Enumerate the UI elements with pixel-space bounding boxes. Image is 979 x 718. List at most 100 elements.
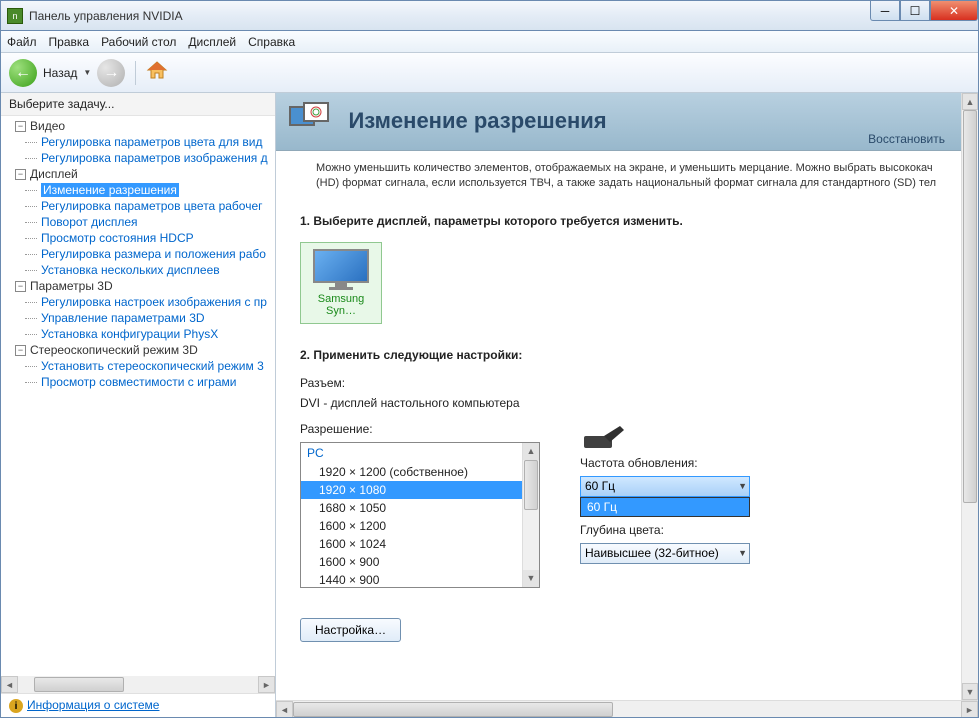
scroll-thumb[interactable] <box>293 702 613 717</box>
tree-item[interactable]: Просмотр совместимости с играми <box>1 374 275 390</box>
tree-item-link[interactable]: Просмотр состояния HDCP <box>41 231 194 245</box>
minimize-button[interactable]: ─ <box>870 1 900 21</box>
depth-label: Глубина цвета: <box>580 523 750 537</box>
window-title: Панель управления NVIDIA <box>29 9 183 23</box>
close-button[interactable]: ✕ <box>930 1 978 21</box>
tree-item-link[interactable]: Установка нескольких дисплеев <box>41 263 220 277</box>
monitors-icon <box>288 101 332 140</box>
tree-item[interactable]: Изменение разрешения <box>1 182 275 198</box>
maximize-button[interactable]: ☐ <box>900 1 930 21</box>
tree-item-link[interactable]: Установить стереоскопический режим 3 <box>41 359 264 373</box>
info-icon: i <box>9 699 23 713</box>
sidebar-hscroll[interactable]: ◄ ► <box>1 676 275 693</box>
refresh-option[interactable]: 60 Гц <box>581 498 749 516</box>
task-tree: − ВидеоРегулировка параметров цвета для … <box>1 116 275 676</box>
main-hscroll[interactable]: ◄ ► <box>276 700 978 717</box>
tree-item[interactable]: Регулировка параметров изображения д <box>1 150 275 166</box>
tree-item-link[interactable]: Установка конфигурации PhysX <box>41 327 218 341</box>
system-info-link[interactable]: Информация о системе <box>27 698 159 712</box>
refresh-combobox[interactable]: 60 Гц ▼ 60 Гц <box>580 476 750 497</box>
menu-edit[interactable]: Правка <box>49 35 90 49</box>
collapse-icon[interactable]: − <box>15 281 26 292</box>
nvidia-app-icon: n <box>7 8 23 24</box>
forward-button[interactable]: → <box>97 59 125 87</box>
refresh-label: Частота обновления: <box>580 456 750 470</box>
scroll-left-icon[interactable]: ◄ <box>1 676 18 693</box>
tree-item[interactable]: Регулировка параметров цвета рабочег <box>1 198 275 214</box>
menubar: Файл Правка Рабочий стол Дисплей Справка <box>1 31 978 53</box>
menu-file[interactable]: Файл <box>7 35 37 49</box>
scroll-up-icon[interactable]: ▲ <box>962 93 978 110</box>
collapse-icon[interactable]: − <box>15 121 26 132</box>
customize-button[interactable]: Настройка… <box>300 618 401 642</box>
toolbar-separator <box>135 61 136 85</box>
main-vscroll[interactable]: ▲ ▼ <box>961 93 978 700</box>
tree-item-link[interactable]: Регулировка параметров цвета рабочег <box>41 199 263 213</box>
tree-group[interactable]: − Дисплей <box>1 166 275 182</box>
tree-item-link[interactable]: Поворот дисплея <box>41 215 138 229</box>
resolution-item[interactable]: 1920 × 1080 <box>301 481 539 499</box>
tree-item[interactable]: Регулировка настроек изображения с пр <box>1 294 275 310</box>
tree-item[interactable]: Просмотр состояния HDCP <box>1 230 275 246</box>
resolution-listbox[interactable]: PC 1920 × 1200 (собственное)1920 × 10801… <box>300 442 540 588</box>
display-item[interactable]: Samsung Syn… <box>300 242 382 324</box>
tree-item[interactable]: Регулировка размера и положения рабо <box>1 246 275 262</box>
tree-item-link[interactable]: Регулировка параметров изображения д <box>41 151 268 165</box>
scroll-thumb[interactable] <box>34 677 124 692</box>
tree-item[interactable]: Установить стереоскопический режим 3 <box>1 358 275 374</box>
step2-title: 2. Применить следующие настройки: <box>300 348 937 362</box>
depth-combobox[interactable]: Наивысшее (32-битное) ▼ <box>580 543 750 564</box>
tree-item-link[interactable]: Изменение разрешения <box>41 183 179 197</box>
display-label: Samsung Syn… <box>307 293 375 317</box>
resolution-label: Разрешение: <box>300 422 540 436</box>
tree-group[interactable]: − Стереоскопический режим 3D <box>1 342 275 358</box>
tree-item[interactable]: Поворот дисплея <box>1 214 275 230</box>
scroll-right-icon[interactable]: ► <box>961 701 978 717</box>
page-title: Изменение разрешения <box>348 108 606 134</box>
scroll-thumb[interactable] <box>963 110 977 503</box>
tree-group[interactable]: − Параметры 3D <box>1 278 275 294</box>
back-button[interactable]: ← <box>9 59 37 87</box>
resolution-item[interactable]: 1440 × 900 <box>301 571 539 588</box>
restore-link[interactable]: Восстановить <box>868 132 945 146</box>
main-panel: Изменение разрешения Восстановить Можно … <box>276 93 978 717</box>
tree-item[interactable]: Установка конфигурации PhysX <box>1 326 275 342</box>
resolution-item[interactable]: 1600 × 1200 <box>301 517 539 535</box>
tree-item[interactable]: Регулировка параметров цвета для вид <box>1 134 275 150</box>
scroll-down-icon[interactable]: ▼ <box>962 683 978 700</box>
tree-item-link[interactable]: Просмотр совместимости с играми <box>41 375 236 389</box>
menu-help[interactable]: Справка <box>248 35 295 49</box>
refresh-value: 60 Гц <box>585 479 615 493</box>
resolution-item[interactable]: 1600 × 900 <box>301 553 539 571</box>
resolution-scrollbar[interactable]: ▲ ▼ <box>522 443 539 587</box>
connector-value: DVI - дисплей настольного компьютера <box>300 396 937 410</box>
scroll-down-icon[interactable]: ▼ <box>523 570 539 587</box>
scroll-thumb[interactable] <box>524 460 538 510</box>
tree-item[interactable]: Управление параметрами 3D <box>1 310 275 326</box>
step1-title: 1. Выберите дисплей, параметры которого … <box>300 214 937 228</box>
resolution-item[interactable]: 1680 × 1050 <box>301 499 539 517</box>
menu-desktop[interactable]: Рабочий стол <box>101 35 176 49</box>
resolution-item[interactable]: 1600 × 1024 <box>301 535 539 553</box>
tree-item-link[interactable]: Регулировка настроек изображения с пр <box>41 295 267 309</box>
resolution-item[interactable]: 1920 × 1200 (собственное) <box>301 463 539 481</box>
tree-group[interactable]: − Видео <box>1 118 275 134</box>
home-button[interactable] <box>146 60 168 85</box>
collapse-icon[interactable]: − <box>15 169 26 180</box>
tree-item-link[interactable]: Регулировка параметров цвета для вид <box>41 135 262 149</box>
scroll-right-icon[interactable]: ► <box>258 676 275 693</box>
back-history-dropdown[interactable]: ▼ <box>83 68 91 77</box>
collapse-icon[interactable]: − <box>15 345 26 356</box>
scroll-left-icon[interactable]: ◄ <box>276 701 293 717</box>
scroll-up-icon[interactable]: ▲ <box>523 443 539 460</box>
tree-item-link[interactable]: Управление параметрами 3D <box>41 311 205 325</box>
back-label: Назад <box>43 66 77 80</box>
toolbar: ← Назад ▼ → <box>1 53 978 93</box>
titlebar: n Панель управления NVIDIA ─ ☐ ✕ <box>0 0 979 30</box>
tree-item-link[interactable]: Регулировка размера и положения рабо <box>41 247 266 261</box>
menu-display[interactable]: Дисплей <box>188 35 236 49</box>
sidebar-footer: i Информация о системе <box>1 693 275 718</box>
chevron-down-icon: ▼ <box>738 548 747 558</box>
tree-item[interactable]: Установка нескольких дисплеев <box>1 262 275 278</box>
page-description: Можно уменьшить количество элементов, от… <box>276 151 961 202</box>
